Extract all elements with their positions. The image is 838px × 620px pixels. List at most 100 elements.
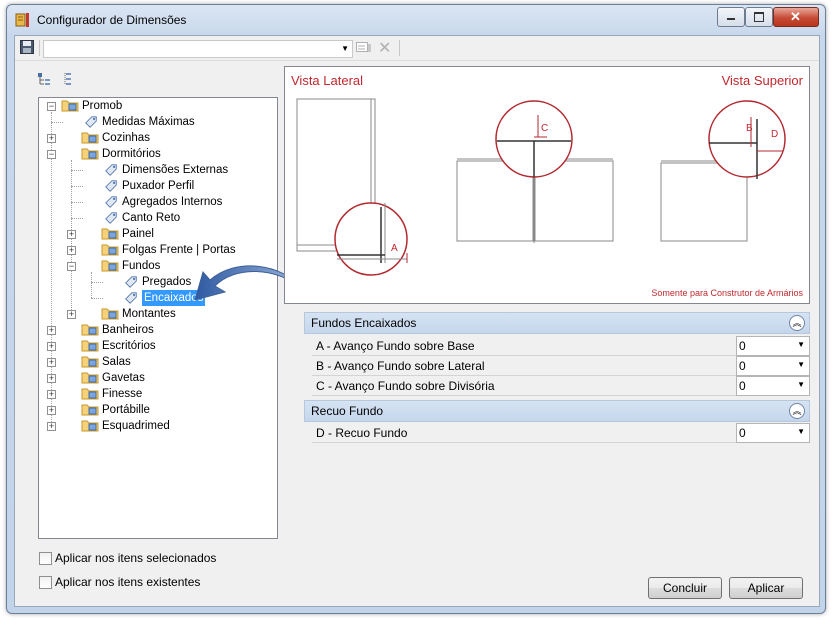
dialog-client: ▼ ✕ − Promob Medidas Máximas + Cozinhas … (14, 35, 820, 607)
folder-icon (101, 244, 119, 256)
property-value: 0 (739, 426, 746, 440)
tree-node-label: Escritórios (102, 340, 156, 352)
expand-node-icon[interactable]: + (67, 310, 76, 319)
tree-node-folder[interactable]: + Esquadrimed (39, 418, 275, 434)
tree-node-label: Agregados Internos (122, 196, 223, 208)
property-name: A - Avanço Fundo sobre Base (316, 339, 475, 353)
maximize-button[interactable] (745, 7, 773, 27)
tag-icon (105, 164, 117, 176)
cabinet-diagram (296, 98, 786, 276)
property-row-a[interactable]: A - Avanço Fundo sobre Base 0 ▼ (304, 336, 810, 356)
expand-all-icon[interactable] (37, 72, 51, 86)
finish-button[interactable]: Concluir (648, 577, 722, 599)
tree-node-folder[interactable]: + Escritórios (39, 338, 275, 354)
tree-node-label: Salas (102, 356, 131, 368)
expand-node-icon[interactable]: + (67, 246, 76, 255)
expand-node-icon[interactable]: + (47, 358, 56, 367)
tree-node-folder[interactable]: + Finesse (39, 386, 275, 402)
close-icon: ✕ (790, 9, 801, 24)
expand-node-icon[interactable]: + (47, 406, 56, 415)
tag-icon (125, 276, 137, 288)
save-icon[interactable] (20, 40, 34, 54)
marker-d: D (771, 129, 779, 140)
apply-selected-checkbox[interactable] (39, 552, 52, 565)
marker-c: C (541, 123, 549, 134)
tree-node-folder[interactable]: + Salas (39, 354, 275, 370)
collapse-node-icon[interactable]: − (67, 262, 76, 271)
expand-node-icon[interactable]: + (47, 390, 56, 399)
configuration-combo[interactable]: ▼ (43, 40, 353, 58)
property-value-select[interactable]: 0 ▼ (736, 376, 810, 396)
tree-node-label: Folgas Frente | Portas (122, 244, 236, 256)
tree-node-item[interactable]: Canto Reto (39, 210, 275, 226)
category-tree[interactable]: − Promob Medidas Máximas + Cozinhas − Dormit… (38, 97, 278, 539)
property-name: B - Avanço Fundo sobre Lateral (316, 359, 485, 373)
tree-node-label: Canto Reto (122, 212, 181, 224)
property-value-select[interactable]: 0 ▼ (736, 336, 810, 356)
tree-node-label: Pregados (142, 276, 192, 288)
tree-node-item[interactable]: Puxador Perfil (39, 178, 275, 194)
property-value: 0 (739, 359, 746, 373)
property-row-b[interactable]: B - Avanço Fundo sobre Lateral 0 ▼ (304, 356, 810, 376)
tree-node-label: Montantes (122, 308, 176, 320)
tree-node-label: Painel (122, 228, 154, 240)
section-header-fundos-encaixados[interactable]: Fundos Encaixados ︽ (304, 312, 810, 334)
preview-footnote: Somente para Construtor de Armários (651, 288, 803, 298)
collapse-all-icon[interactable] (61, 72, 73, 86)
apply-button[interactable]: Aplicar (729, 577, 803, 599)
collapse-node-icon[interactable]: − (47, 150, 56, 159)
apply-selected-label: Aplicar nos itens selecionados (55, 551, 217, 565)
property-row-d[interactable]: D - Recuo Fundo 0 ▼ (304, 423, 810, 443)
tree-node-root[interactable]: − Promob (39, 98, 275, 114)
tag-icon (125, 292, 137, 304)
tree-node-folder[interactable]: + Banheiros (39, 322, 275, 338)
property-row-c[interactable]: C - Avanço Fundo sobre Divisória 0 ▼ (304, 376, 810, 396)
tag-icon (105, 196, 117, 208)
expand-node-icon[interactable]: + (47, 422, 56, 431)
tree-node-item[interactable]: Agregados Internos (39, 194, 275, 210)
folder-icon (81, 420, 99, 432)
properties-icon[interactable] (356, 42, 372, 54)
tag-icon (105, 180, 117, 192)
combo-arrow-icon[interactable]: ▼ (341, 41, 349, 57)
dropdown-arrow-icon[interactable]: ▼ (797, 380, 805, 389)
delete-icon[interactable]: ✕ (378, 38, 391, 58)
dropdown-arrow-icon[interactable]: ▼ (797, 340, 805, 349)
tree-node-folder[interactable]: + Gavetas (39, 370, 275, 386)
dropdown-arrow-icon[interactable]: ▼ (797, 360, 805, 369)
close-button[interactable]: ✕ (773, 7, 819, 27)
tree-node-folder[interactable]: − Dormitórios (39, 146, 275, 162)
tree-node-folder[interactable]: + Folgas Frente | Portas (39, 242, 275, 258)
expand-node-icon[interactable]: + (47, 374, 56, 383)
apply-existing-checkbox[interactable] (39, 576, 52, 589)
title-bar[interactable]: Configurador de Dimensões ✕ (7, 5, 825, 35)
tree-node-folder[interactable]: + Cozinhas (39, 130, 275, 146)
tree-node-label: Dimensões Externas (122, 164, 229, 176)
collapse-up-icon[interactable]: ︽ (789, 403, 805, 419)
marker-a: A (391, 243, 398, 254)
section-header-recuo-fundo[interactable]: Recuo Fundo ︽ (304, 400, 810, 422)
dropdown-arrow-icon[interactable]: ▼ (797, 427, 805, 436)
tree-node-label: Portábille (102, 404, 150, 416)
minimize-button[interactable] (717, 7, 745, 27)
expand-node-icon[interactable]: + (67, 230, 76, 239)
tree-node-item[interactable]: Medidas Máximas (39, 114, 275, 130)
folder-icon (81, 372, 99, 384)
tree-node-label: Promob (82, 100, 123, 112)
collapse-up-icon[interactable]: ︽ (789, 315, 805, 331)
tag-icon (85, 116, 97, 128)
folder-icon (81, 340, 99, 352)
tree-node-folder[interactable]: + Portábille (39, 402, 275, 418)
tree-node-label: Medidas Máximas (102, 116, 195, 128)
tree-node-label: Fundos (122, 260, 161, 272)
window-title: Configurador de Dimensões (37, 13, 187, 27)
property-value-select[interactable]: 0 ▼ (736, 423, 810, 443)
expand-node-icon[interactable]: + (47, 134, 56, 143)
tree-node-item[interactable]: Dimensões Externas (39, 162, 275, 178)
expand-node-icon[interactable]: + (47, 342, 56, 351)
apply-existing-label: Aplicar nos itens existentes (55, 575, 201, 589)
expand-node-icon[interactable]: + (47, 326, 56, 335)
collapse-node-icon[interactable]: − (47, 102, 56, 111)
property-value-select[interactable]: 0 ▼ (736, 356, 810, 376)
tree-node-folder[interactable]: + Painel (39, 226, 275, 242)
